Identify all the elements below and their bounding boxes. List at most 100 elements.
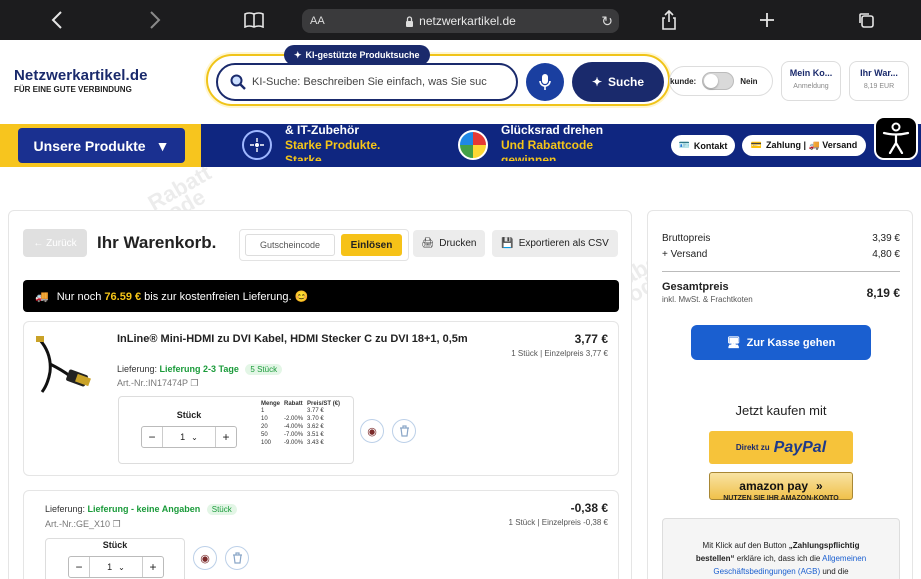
search-input[interactable]: KI-Suche: Beschreiben Sie einfach, was S… — [216, 63, 518, 101]
promo2-line3: gewinnen — [501, 153, 557, 161]
print-button[interactable]: 🖨 Drucken — [413, 230, 485, 257]
tier-price: 3.70 € — [307, 416, 324, 422]
delete-button[interactable] — [225, 546, 249, 570]
save-icon: 💾 — [501, 238, 514, 249]
search-button[interactable]: ✦ Suche — [572, 62, 664, 102]
tier-header: Rabatt — [284, 401, 303, 407]
quantity-stepper[interactable]: − 1 ⌄ + — [141, 426, 237, 448]
article-number: Art.-Nr.:GE_X10 ❐ — [45, 519, 121, 530]
order-summary: Bruttopreis 3,39 € + Versand 4,80 € Gesa… — [647, 210, 913, 579]
trash-icon — [399, 425, 409, 437]
toggle-label: kunde: — [670, 76, 697, 86]
toggle-switch[interactable] — [702, 72, 735, 90]
text-size-button[interactable]: AA — [310, 15, 325, 27]
register-icon: 🖥 — [726, 337, 741, 349]
copy-icon[interactable]: ❐ — [113, 519, 121, 529]
express-checkout-heading: Jetzt kaufen mit — [735, 403, 827, 418]
tier-row: 1 3.77 € — [259, 407, 342, 415]
gross-value: 3,39 € — [872, 233, 900, 244]
terms-bold: bestellen“ — [695, 554, 735, 563]
bookmarks-icon[interactable] — [242, 8, 266, 32]
site-header: Netzwerkartikel.de FÜR EINE GUTE VERBIND… — [0, 40, 921, 124]
tier-row: 50 -7.00% 3.51 € — [259, 431, 342, 439]
tier-discount: -4.00% — [284, 424, 304, 430]
product-name[interactable]: InLine® Mini-HDMI zu DVI Kabel, HDMI Ste… — [117, 332, 477, 346]
shipping-remaining-amount: 76.59 € — [104, 290, 142, 303]
prize-wheel-icon — [458, 130, 488, 160]
share-icon[interactable] — [657, 8, 681, 32]
watch-button[interactable]: ◉ — [193, 546, 217, 570]
divider — [662, 271, 900, 272]
eye-icon: ◉ — [200, 552, 210, 565]
account-button[interactable]: Mein Ko... Anmeldung — [781, 61, 841, 101]
coupon-input[interactable]: Gutscheincode — [245, 234, 335, 256]
increment-button[interactable]: + — [143, 557, 163, 577]
product-image[interactable] — [32, 334, 94, 396]
promo-products[interactable]: & IT-Zubehör Starke Produkte. Starke — [285, 123, 380, 161]
back-icon[interactable] — [45, 8, 69, 32]
quantity-label: Stück — [102, 540, 128, 550]
delete-button[interactable] — [392, 419, 416, 443]
terms-link[interactable]: Geschäftsbedingungen (AGB) — [713, 567, 820, 576]
printer-icon: 🖨 — [421, 238, 435, 249]
quantity-select[interactable]: 1 ⌄ — [89, 557, 143, 577]
decrement-button[interactable]: − — [142, 427, 162, 447]
eye-icon: ◉ — [367, 425, 377, 438]
forward-icon[interactable] — [143, 8, 167, 32]
tier-price: 3.62 € — [307, 424, 324, 430]
promo2-line2: Und Rabattcode — [501, 138, 594, 152]
url-bar[interactable]: AA netzwerkartikel.de ↻ — [302, 9, 619, 33]
tier-price: 3.43 € — [307, 440, 324, 446]
lock-icon — [406, 15, 414, 27]
free-shipping-banner: 🚚 Nur noch 76.59 € bis zur kostenfreien … — [23, 280, 619, 312]
contact-label: Kontakt — [693, 140, 728, 151]
tabs-icon[interactable] — [854, 8, 878, 32]
voice-search-button[interactable] — [526, 63, 564, 101]
export-csv-button[interactable]: 💾 Exportieren als CSV — [492, 230, 618, 257]
delivery-time: Lieferung - keine Angaben — [87, 504, 201, 514]
item-total: -0,38 € — [570, 501, 608, 515]
account-title: Mein Ko... — [789, 68, 833, 78]
checkout-button[interactable]: 🖥 Zur Kasse gehen — [691, 325, 871, 360]
header-cart-title: Ihr War... — [860, 68, 898, 78]
reload-icon[interactable]: ↻ — [601, 13, 613, 30]
paypal-button[interactable]: Direkt zu PayPal — [709, 431, 853, 464]
tier-header: Menge — [261, 401, 281, 407]
stock-badge: Stück — [206, 504, 237, 515]
microphone-icon — [539, 74, 551, 90]
header-cart-button[interactable]: Ihr War... 8,19 EUR — [849, 61, 909, 101]
truck-icon: 🚚 — [35, 290, 49, 303]
customer-toggle[interactable]: kunde: Nein — [669, 66, 773, 96]
terms-notice: Mit Klick auf den Button „Zahlungspflich… — [662, 518, 900, 579]
promo-wheel[interactable]: Glücksrad drehen Und Rabattcode gewinnen — [501, 123, 603, 161]
quantity-stepper[interactable]: − 1 ⌄ + — [68, 556, 164, 578]
payment-shipping-button[interactable]: 💳 Zahlung | 🚚 Versand — [742, 135, 866, 156]
gross-row: Bruttopreis 3,39 € — [662, 233, 900, 244]
quantity-value: 1 — [107, 562, 113, 572]
terms-text: Mit Klick auf den Button — [702, 541, 789, 550]
copy-icon[interactable]: ❐ — [190, 378, 198, 388]
accessibility-icon — [882, 122, 910, 154]
site-logo[interactable]: Netzwerkartikel.de FÜR EINE GUTE VERBIND… — [14, 67, 148, 94]
terms-link[interactable]: Allgemeinen — [822, 554, 866, 563]
redeem-button[interactable]: Einlösen — [341, 234, 402, 256]
accessibility-button[interactable] — [874, 116, 918, 160]
tier-qty: 50 — [261, 432, 268, 438]
total-label: Gesamtpreis — [662, 281, 729, 293]
back-button[interactable]: ← Zurück — [23, 229, 87, 257]
export-label: Exportieren als CSV — [518, 238, 609, 249]
products-menu-button[interactable]: Unsere Produkte ▼ — [18, 128, 185, 163]
contact-button[interactable]: 🪪 Kontakt — [671, 135, 735, 156]
page-title: Ihr Warenkorb. — [97, 233, 217, 252]
quantity-select[interactable]: 1 ⌄ — [162, 427, 216, 447]
delivery-label: Lieferung: — [117, 364, 158, 374]
terms-bold: „Zahlungspflichtig — [788, 541, 860, 550]
watch-button[interactable]: ◉ — [360, 419, 384, 443]
decrement-button[interactable]: − — [69, 557, 89, 577]
tier-discount: -7.00% — [284, 432, 304, 438]
new-tab-icon[interactable] — [755, 8, 779, 32]
gross-label: Bruttopreis — [662, 233, 711, 244]
cart-item: InLine® Mini-HDMI zu DVI Kabel, HDMI Ste… — [23, 321, 619, 476]
search-icon — [230, 74, 246, 90]
increment-button[interactable]: + — [216, 427, 236, 447]
